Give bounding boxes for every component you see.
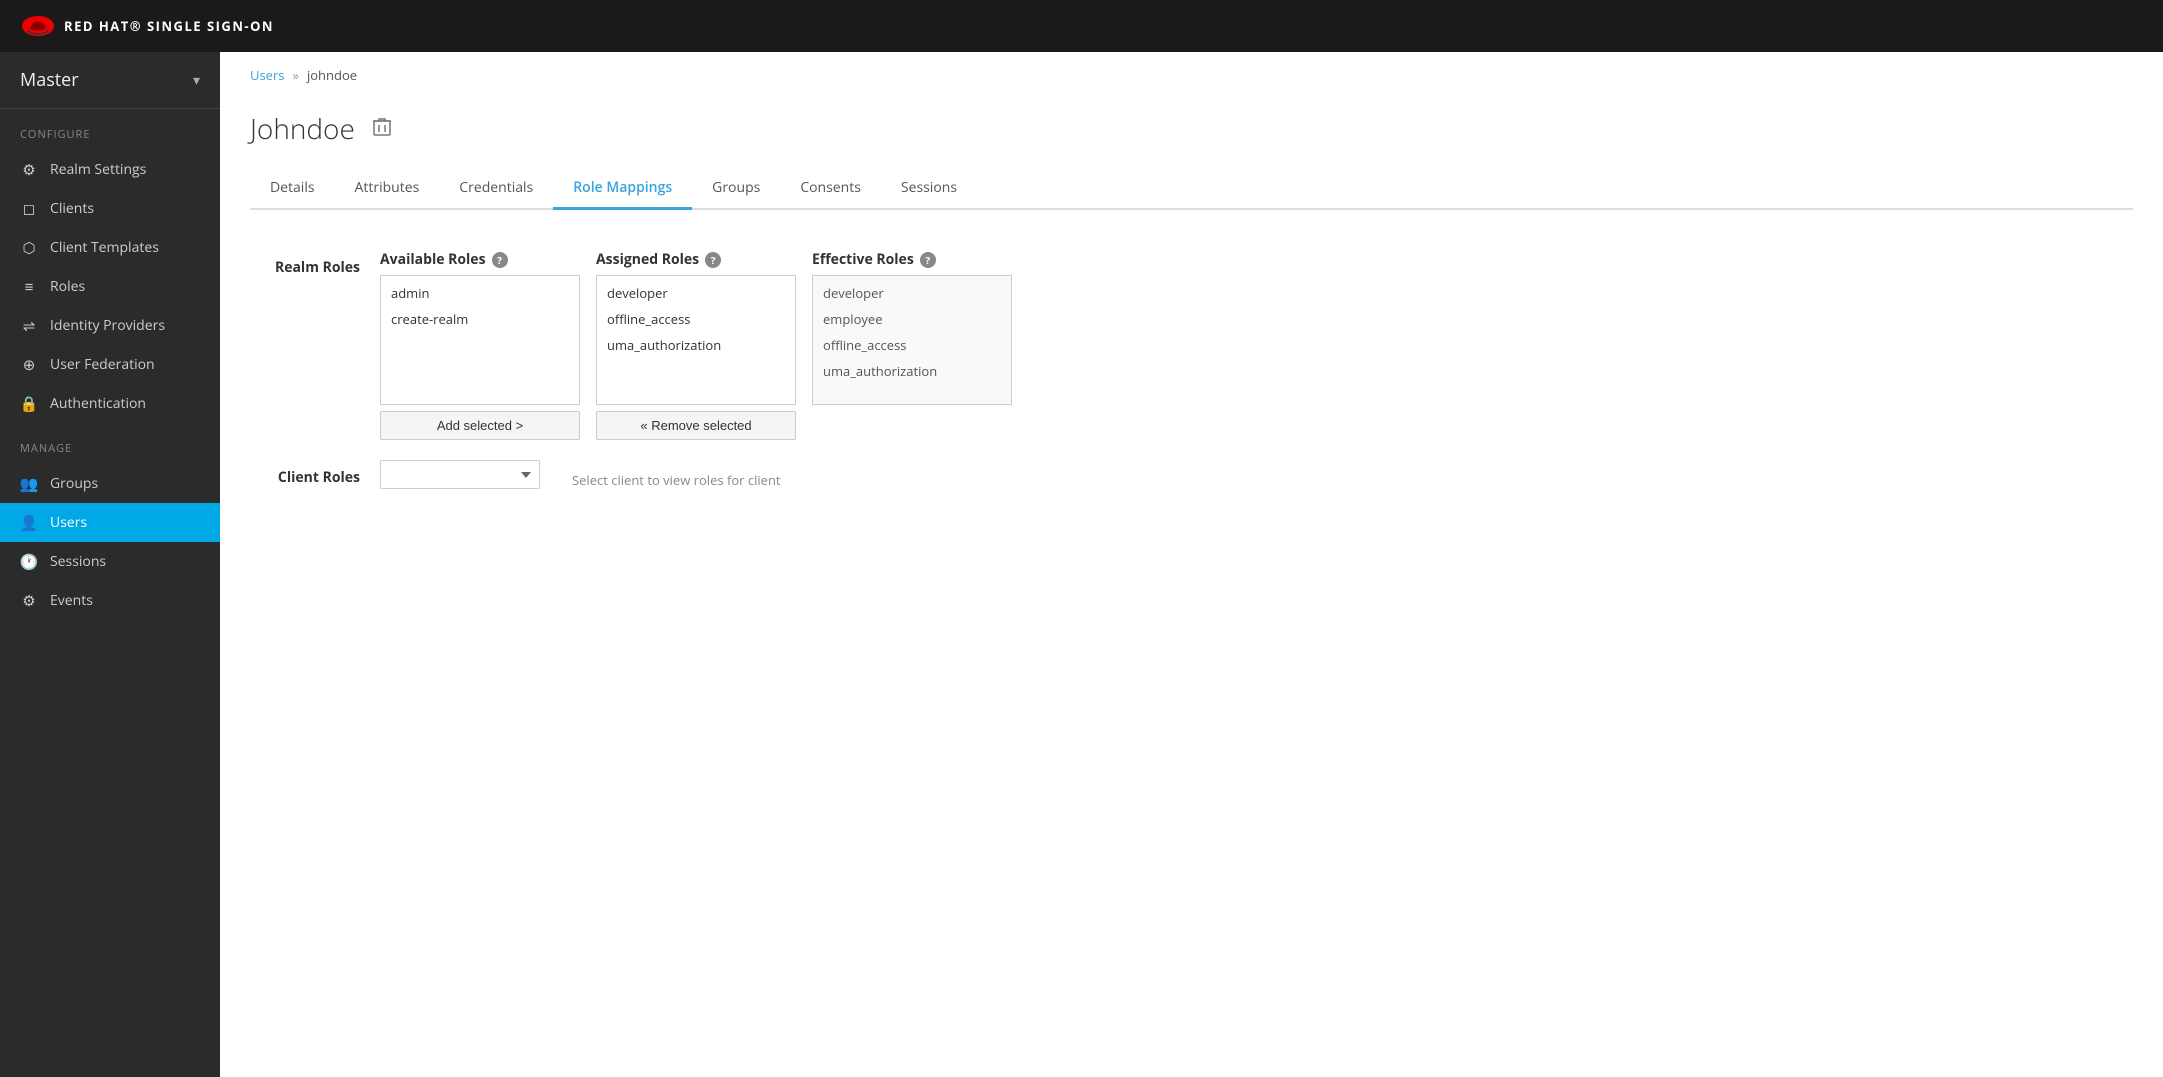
sidebar-item-label: Roles (50, 277, 85, 296)
list-item: developer (813, 280, 1011, 306)
add-selected-button[interactable]: Add selected > (380, 411, 580, 440)
user-federation-icon: ⊕ (20, 356, 38, 374)
tab-details[interactable]: Details (250, 168, 335, 210)
client-roles-hint: Select client to view roles for client (556, 461, 781, 489)
groups-icon: 👥 (20, 475, 38, 493)
assigned-roles-header: Assigned Roles ? (596, 250, 796, 269)
list-item[interactable]: create-realm (381, 306, 579, 332)
tab-attributes[interactable]: Attributes (335, 168, 440, 210)
list-item: offline_access (813, 332, 1011, 358)
remove-selected-button[interactable]: « Remove selected (596, 411, 796, 440)
content-area: Johndoe Details Attributes Credentials R… (220, 90, 2163, 1077)
delete-user-button[interactable] (369, 113, 395, 146)
assigned-roles-col: Assigned Roles ? developer offline_acces… (596, 250, 796, 440)
realm-roles-cols-row: Available Roles ? admin create-realm Add… (380, 250, 1012, 440)
breadcrumb-users-link[interactable]: Users (250, 66, 284, 84)
app-layout: Master ▾ Configure ⚙ Realm Settings ◻ Cl… (0, 52, 2163, 1077)
available-roles-listbox[interactable]: admin create-realm (380, 275, 580, 405)
manage-section-label: Manage (0, 423, 220, 464)
sidebar-item-label: Client Templates (50, 238, 159, 257)
realm-settings-icon: ⚙ (20, 161, 38, 179)
authentication-icon: 🔒 (20, 395, 38, 413)
realm-roles-section: Realm Roles Available Roles ? admin (250, 250, 2133, 440)
sidebar-item-identity-providers[interactable]: ⇌ Identity Providers (0, 306, 220, 345)
list-item[interactable]: offline_access (597, 306, 795, 332)
app-title: RED HAT® SINGLE SIGN-ON (64, 17, 274, 35)
redhat-logo-icon (20, 12, 56, 40)
sessions-icon: 🕐 (20, 553, 38, 571)
main-content: Users » johndoe Johndoe Details (220, 52, 2163, 1077)
sidebar-item-label: Identity Providers (50, 316, 165, 335)
identity-providers-icon: ⇌ (20, 317, 38, 335)
effective-roles-label: Effective Roles (812, 250, 914, 269)
roles-icon: ≡ (20, 278, 38, 296)
list-item[interactable]: uma_authorization (597, 332, 795, 358)
available-roles-help-icon[interactable]: ? (492, 252, 508, 268)
sidebar-item-label: Users (50, 513, 87, 532)
sidebar-item-label: Groups (50, 474, 98, 493)
client-roles-label: Client Roles (250, 460, 380, 487)
users-icon: 👤 (20, 514, 38, 532)
breadcrumb-separator: » (292, 66, 298, 84)
effective-roles-listbox: developer employee offline_access uma_au… (812, 275, 1012, 405)
assigned-roles-help-icon[interactable]: ? (705, 252, 721, 268)
realm-name: Master (20, 68, 79, 92)
configure-section-label: Configure (0, 109, 220, 150)
sidebar-item-users[interactable]: 👤 Users (0, 503, 220, 542)
assigned-roles-listbox[interactable]: developer offline_access uma_authorizati… (596, 275, 796, 405)
sidebar-item-roles[interactable]: ≡ Roles (0, 267, 220, 306)
sidebar-item-user-federation[interactable]: ⊕ User Federation (0, 345, 220, 384)
sidebar-item-label: Authentication (50, 394, 146, 413)
realm-roles-label: Realm Roles (250, 250, 380, 277)
tab-consents[interactable]: Consents (780, 168, 881, 210)
client-roles-select[interactable] (380, 460, 540, 489)
page-header: Johndoe (250, 110, 2133, 148)
available-roles-header: Available Roles ? (380, 250, 580, 269)
tab-credentials[interactable]: Credentials (439, 168, 553, 210)
tab-groups[interactable]: Groups (692, 168, 780, 210)
sidebar-item-realm-settings[interactable]: ⚙ Realm Settings (0, 150, 220, 189)
page-title: Johndoe (250, 110, 355, 148)
list-item[interactable]: admin (381, 280, 579, 306)
sidebar-item-events[interactable]: ⚙ Events (0, 581, 220, 620)
available-roles-col: Available Roles ? admin create-realm Add… (380, 250, 580, 440)
breadcrumb-current: johndoe (307, 66, 357, 84)
events-icon: ⚙ (20, 592, 38, 610)
sidebar-item-label: Sessions (50, 552, 106, 571)
list-item[interactable]: developer (597, 280, 795, 306)
sidebar-item-label: Realm Settings (50, 160, 146, 179)
realm-chevron-icon: ▾ (193, 71, 200, 90)
list-item: employee (813, 306, 1011, 332)
sidebar-item-clients[interactable]: ◻ Clients (0, 189, 220, 228)
role-mappings-panel: Realm Roles Available Roles ? admin (250, 240, 2133, 499)
available-roles-label: Available Roles (380, 250, 486, 269)
tab-sessions[interactable]: Sessions (881, 168, 977, 210)
sidebar-item-label: User Federation (50, 355, 155, 374)
sidebar-item-label: Events (50, 591, 93, 610)
sidebar-item-client-templates[interactable]: ⬡ Client Templates (0, 228, 220, 267)
breadcrumb: Users » johndoe (220, 52, 2163, 90)
sidebar-item-groups[interactable]: 👥 Groups (0, 464, 220, 503)
logo: RED HAT® SINGLE SIGN-ON (20, 12, 274, 40)
topbar: RED HAT® SINGLE SIGN-ON (0, 0, 2163, 52)
sidebar-item-authentication[interactable]: 🔒 Authentication (0, 384, 220, 423)
sidebar-item-label: Clients (50, 199, 94, 218)
tab-role-mappings[interactable]: Role Mappings (553, 168, 692, 210)
list-item: uma_authorization (813, 358, 1011, 384)
assigned-roles-label: Assigned Roles (596, 250, 699, 269)
effective-roles-col: Effective Roles ? developer employee off… (812, 250, 1012, 405)
effective-roles-help-icon[interactable]: ? (920, 252, 936, 268)
effective-roles-header: Effective Roles ? (812, 250, 1012, 269)
trash-icon (373, 117, 391, 137)
sidebar-item-sessions[interactable]: 🕐 Sessions (0, 542, 220, 581)
clients-icon: ◻ (20, 200, 38, 218)
realm-roles-columns-area: Available Roles ? admin create-realm Add… (380, 250, 1012, 440)
tabs-bar: Details Attributes Credentials Role Mapp… (250, 168, 2133, 210)
realm-selector[interactable]: Master ▾ (0, 52, 220, 109)
client-roles-section: Client Roles Select client to view roles… (250, 460, 2133, 489)
sidebar: Master ▾ Configure ⚙ Realm Settings ◻ Cl… (0, 52, 220, 1077)
client-templates-icon: ⬡ (20, 239, 38, 257)
